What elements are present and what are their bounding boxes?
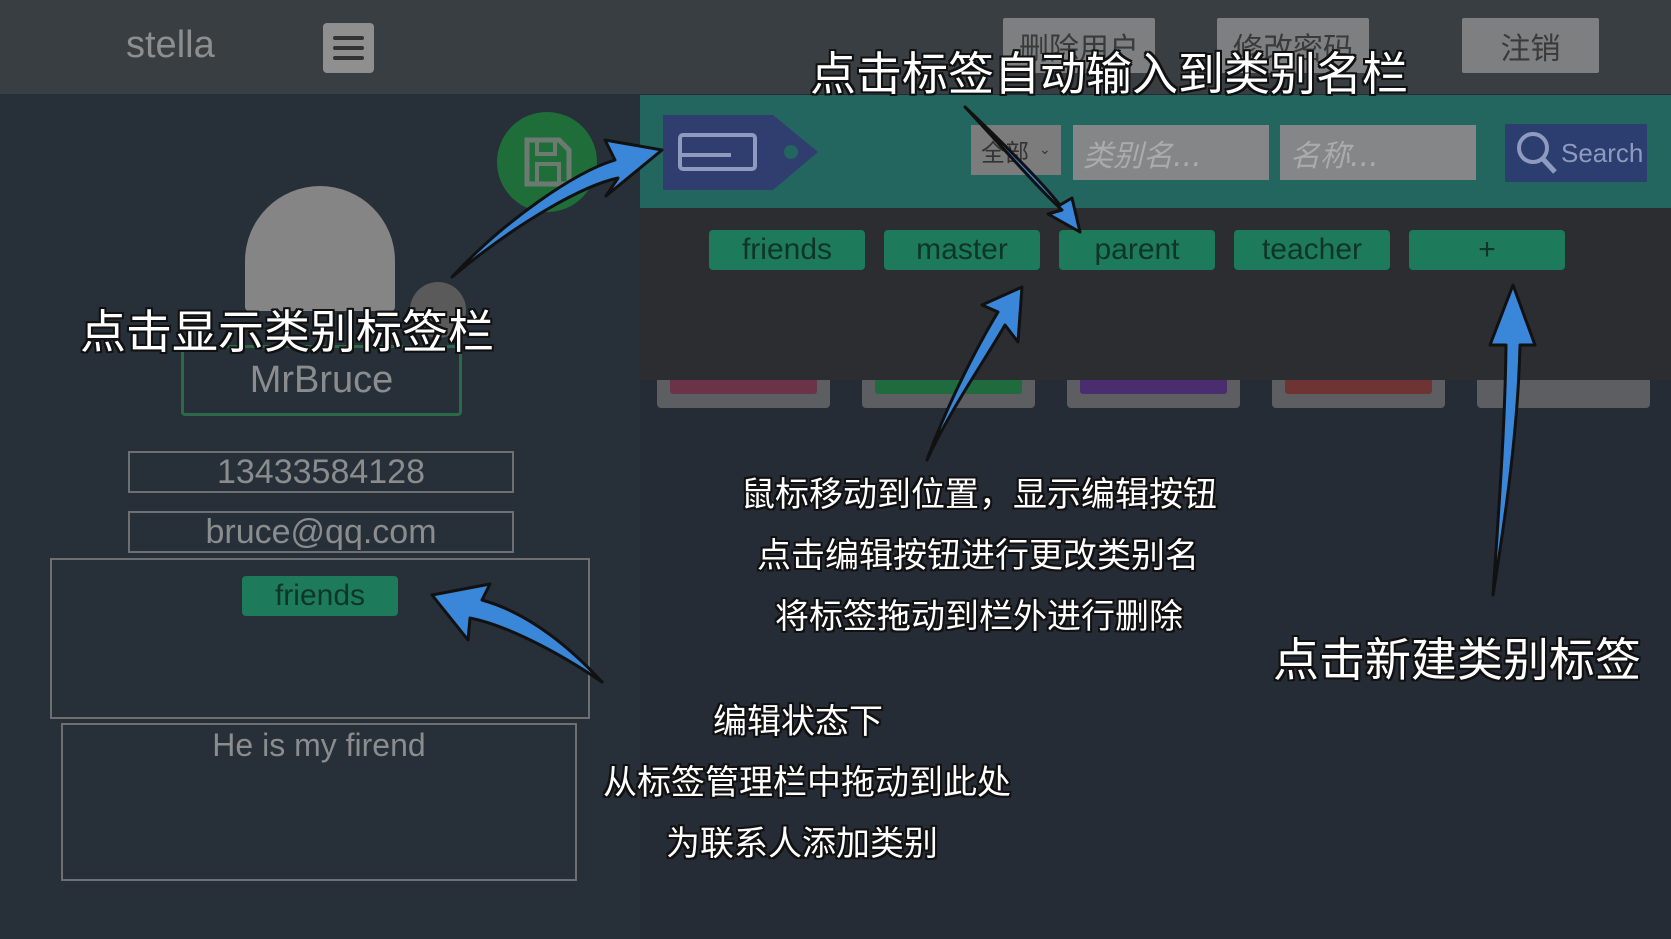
arrow-to-tag-parent — [963, 105, 1082, 234]
annotation-hover-line-2: 点击编辑按钮进行更改类别名 — [757, 536, 1199, 576]
annotation-new-tag: 点击新建类别标签 — [1273, 633, 1641, 687]
arrow-to-add-tag — [1488, 283, 1537, 597]
annotation-drag-line-2: 从标签管理栏中拖动到此处 — [603, 763, 1011, 803]
arrow-to-tag-toggle — [450, 138, 664, 279]
annotation-tag-click: 点击标签自动输入到类别名栏 — [810, 47, 1408, 101]
annotation-drag-line-3: 为联系人添加类别 — [666, 824, 938, 864]
arrow-to-contact-tags — [430, 582, 604, 684]
arrow-from-hover-text — [925, 285, 1024, 462]
annotation-hover-line-3: 将标签拖动到栏外进行删除 — [775, 597, 1183, 637]
annotation-show-bar: 点击显示类别标签栏 — [80, 305, 494, 359]
annotation-drag-line-1: 编辑状态下 — [713, 702, 883, 742]
annotation-hover-line-1: 鼠标移动到位置，显示编辑按钮 — [741, 475, 1217, 515]
